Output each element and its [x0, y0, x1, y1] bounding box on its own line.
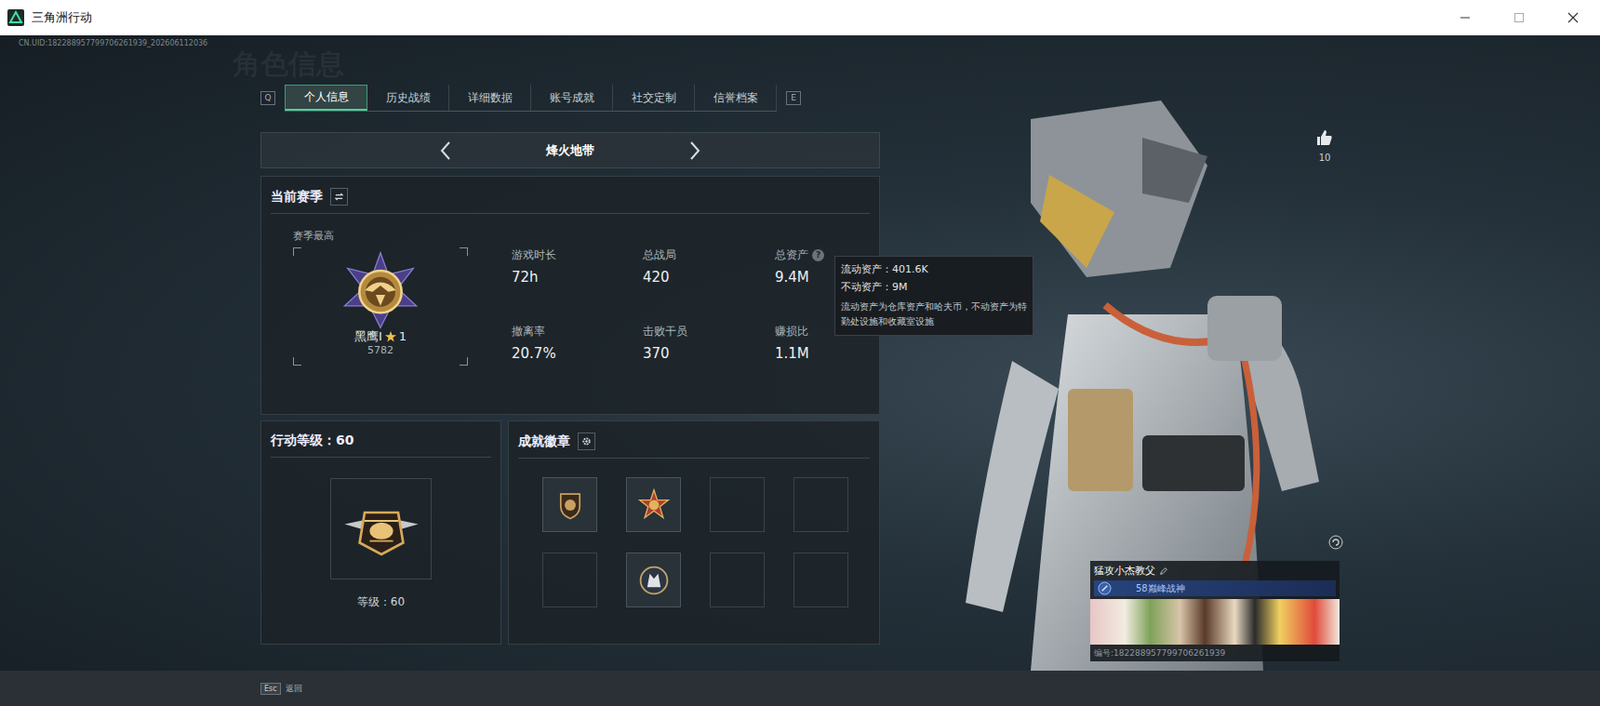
level-panel: 行动等级：60 等级：60 [260, 420, 502, 645]
achievement-slot[interactable] [793, 552, 849, 608]
achievement-settings-button[interactable] [577, 432, 596, 451]
maximize-button[interactable] [1492, 0, 1547, 36]
achievement-slot[interactable] [793, 477, 849, 533]
title-emblem-icon [1097, 581, 1112, 596]
season-best-label: 赛季最高 [293, 228, 468, 244]
achievement-slot[interactable] [626, 552, 681, 608]
swap-button[interactable] [330, 187, 348, 206]
prev-key[interactable]: Q [260, 91, 276, 106]
wolf-badge-icon [637, 563, 671, 598]
main-area: CN.UID:182288957799706261939_20260611203… [0, 35, 1600, 671]
achievement-slot[interactable] [542, 552, 598, 608]
tab[interactable]: 信誉档案 [694, 84, 777, 111]
back-button[interactable]: Esc返回 [260, 682, 303, 695]
game-window: 三角洲行动 CN.UID:182288957799706261939_20260… [0, 0, 1600, 706]
stat-value: 72h [511, 267, 643, 287]
star-icon [385, 331, 397, 343]
stat: 撤离率 20.7% [511, 323, 643, 363]
player-title-badge: 58巅峰战神 [1093, 580, 1336, 597]
close-icon [1567, 12, 1579, 24]
mode-label: 烽火地带 [537, 142, 603, 160]
player-card: 猛攻小杰教父 58巅峰战神 编号:182288957799706261939 [1090, 560, 1340, 662]
minimize-icon [1459, 12, 1471, 24]
season-title: 当前赛季 [270, 188, 323, 206]
achievement-slot[interactable] [709, 477, 765, 533]
maximize-icon [1513, 12, 1525, 24]
window-title: 三角洲行动 [31, 9, 93, 27]
level-title: 行动等级：60 [270, 432, 354, 450]
tab[interactable]: 个人信息 [284, 84, 368, 111]
next-key[interactable]: E [786, 91, 801, 106]
stat-label: 游戏时长 [511, 247, 643, 263]
watermark: 角色信息 [232, 48, 880, 80]
character-stage: 10 猛攻小杰教父 58巅峰战神 编号:18228895779970626193… [880, 48, 1600, 671]
avatar-banner [1090, 599, 1340, 645]
tab-bar: Q 个人信息历史战绩详细数据账号成就社交定制信誉档案 E [260, 83, 880, 112]
rank-box: 黑鹰I 1 5782 [293, 247, 468, 366]
lion-shield-badge-icon [554, 489, 587, 521]
minimize-button[interactable] [1438, 0, 1493, 36]
title-bar: 三角洲行动 [0, 0, 1600, 36]
level-badge [330, 478, 432, 580]
previous-arrow-icon[interactable] [439, 140, 453, 161]
like-count: 10 [1319, 152, 1332, 163]
mode-selector: 烽火地带 [260, 132, 880, 169]
stat-value: 1.1M [774, 344, 878, 363]
swap-icon [333, 191, 345, 202]
rank-name: 黑鹰I 1 [354, 329, 407, 345]
achievement-title: 成就徽章 [518, 433, 571, 451]
stat: 击败干员 370 [642, 323, 775, 363]
logo-icon [7, 9, 25, 27]
gear-icon [581, 436, 592, 447]
stat-value: 20.7% [511, 344, 643, 363]
player-id: 编号:182288957799706261939 [1090, 644, 1340, 662]
achievement-slot[interactable] [542, 477, 598, 533]
stat-label: 总战局 [642, 247, 775, 263]
level-label: 等级：60 [357, 594, 405, 611]
star-medal-badge-icon [637, 488, 671, 522]
achievement-slot[interactable] [626, 477, 681, 533]
season-panel: 当前赛季 赛季最高 黑鹰I 1 5782 游戏时长 72h总战局 420总资产 … [260, 175, 880, 415]
close-button[interactable] [1546, 0, 1600, 36]
helicopter-badge-icon [339, 487, 424, 572]
tab[interactable]: 账号成就 [531, 84, 614, 111]
tooltip-line: 流动资产：401.6K [840, 260, 1027, 279]
rank-badge-icon [341, 251, 420, 330]
tooltip-line: 不动资产：9M [840, 278, 1027, 296]
achievement-panel: 成就徽章 [507, 420, 880, 645]
stat: 游戏时长 72h [511, 247, 643, 287]
stat-value: 370 [642, 344, 775, 363]
tooltip-note: 流动资产为仓库资产和哈夫币，不动资产为特勤处设施和收藏室设施 [840, 299, 1027, 330]
tab[interactable]: 历史战绩 [367, 84, 450, 111]
rotate-icon[interactable] [1328, 534, 1344, 550]
like-button[interactable]: 10 [1315, 128, 1334, 163]
stat: 总战局 420 [642, 247, 775, 287]
edit-icon[interactable] [1159, 566, 1169, 576]
stat-value: 420 [642, 267, 775, 287]
tab[interactable]: 社交定制 [613, 84, 695, 111]
tab[interactable]: 详细数据 [449, 84, 532, 111]
help-button[interactable]: ? [812, 249, 825, 262]
uid-label: CN.UID:182288957799706261939_20260611203… [0, 35, 1600, 49]
next-arrow-icon[interactable] [688, 140, 702, 161]
asset-tooltip: 流动资产：401.6K不动资产：9M 流动资产为仓库资产和哈夫币，不动资产为特勤… [834, 255, 1034, 336]
thumbs-up-icon [1315, 128, 1334, 147]
stat-label: 击败干员 [642, 323, 775, 339]
player-name: 猛攻小杰教父 [1090, 560, 1340, 581]
achievement-slot[interactable] [709, 552, 765, 608]
rank-score: 5782 [367, 344, 394, 358]
bottom-bar: Esc返回 [0, 670, 1600, 706]
stat-label: 撤离率 [511, 323, 643, 339]
